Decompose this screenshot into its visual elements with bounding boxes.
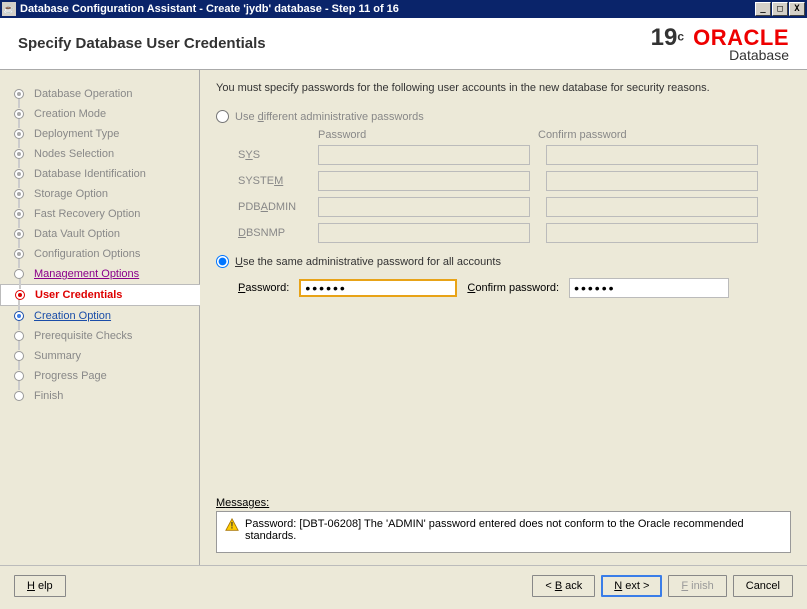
password-row: SYS [238, 145, 791, 165]
sidebar-step-1[interactable]: Creation Mode [0, 104, 199, 124]
per-user-password-grid: Password Confirm password SYS SYSTEM PDBAD… [216, 129, 791, 249]
step-label: Deployment Type [34, 128, 119, 140]
wizard-footer: Help < Back Next > Finish Cancel [0, 565, 807, 605]
warning-icon: ! [225, 518, 239, 532]
radio-same-password[interactable]: Use the same administrative password for… [216, 255, 791, 268]
step-label: Management Options [34, 268, 139, 280]
password-row: PDBADMIN [238, 197, 791, 217]
step-dot-icon [14, 89, 24, 99]
messages-label: Messages: [216, 497, 791, 509]
step-label: Prerequisite Checks [34, 330, 132, 342]
account-confirm-input [546, 145, 758, 165]
sidebar-step-2[interactable]: Deployment Type [0, 124, 199, 144]
step-dot-icon [14, 311, 24, 321]
close-button[interactable]: X [789, 2, 805, 16]
sidebar-step-7[interactable]: Data Vault Option [0, 224, 199, 244]
step-label: Creation Mode [34, 108, 106, 120]
step-dot-icon [14, 229, 24, 239]
col-confirm-header: Confirm password [538, 129, 764, 141]
step-dot-icon [14, 149, 24, 159]
sidebar-step-12: Prerequisite Checks [0, 326, 199, 346]
step-dot-icon [14, 129, 24, 139]
svg-text:!: ! [231, 521, 234, 531]
sidebar-step-0[interactable]: Database Operation [0, 84, 199, 104]
cancel-button[interactable]: Cancel [733, 575, 793, 597]
sidebar-step-15: Finish [0, 386, 199, 406]
step-label: Storage Option [34, 188, 108, 200]
title-bar: ☕ Database Configuration Assistant - Cre… [0, 0, 807, 18]
step-label: Database Identification [34, 168, 146, 180]
sidebar-step-14: Progress Page [0, 366, 199, 386]
step-label: Configuration Options [34, 248, 140, 260]
radio-different-input[interactable] [216, 110, 229, 123]
sidebar-step-13: Summary [0, 346, 199, 366]
step-label: Fast Recovery Option [34, 208, 140, 220]
password-row: SYSTEM [238, 171, 791, 191]
account-label: SYS [238, 149, 318, 161]
account-confirm-input [546, 223, 758, 243]
step-dot-icon [14, 189, 24, 199]
step-dot-icon [14, 169, 24, 179]
account-password-input [318, 145, 530, 165]
step-label: Database Operation [34, 88, 132, 100]
help-button[interactable]: Help [14, 575, 66, 597]
step-dot-icon [14, 331, 24, 341]
message-text: Password: [DBT-06208] The 'ADMIN' passwo… [245, 518, 782, 546]
next-button[interactable]: Next > [601, 575, 662, 597]
oracle-logo: 19c ORACLE Database [651, 26, 789, 62]
sidebar-step-9[interactable]: Management Options [0, 264, 199, 284]
maximize-button[interactable]: □ [772, 2, 788, 16]
sidebar-step-6[interactable]: Fast Recovery Option [0, 204, 199, 224]
page-title: Specify Database User Credentials [18, 35, 266, 52]
sidebar-step-5[interactable]: Storage Option [0, 184, 199, 204]
sidebar-step-11[interactable]: Creation Option [0, 306, 199, 326]
col-password-header: Password [318, 129, 538, 141]
step-label: Finish [34, 390, 63, 402]
step-label: Progress Page [34, 370, 107, 382]
step-dot-icon [14, 269, 24, 279]
account-label: SYSTEM [238, 175, 318, 187]
step-dot-icon [14, 249, 24, 259]
step-dot-icon [14, 209, 24, 219]
wizard-steps-sidebar: Database Operation Creation Mode Deploymen… [0, 70, 200, 565]
account-confirm-input [546, 171, 758, 191]
step-dot-icon [14, 109, 24, 119]
window-title: Database Configuration Assistant - Creat… [20, 3, 755, 15]
same-password-input[interactable] [299, 279, 457, 297]
step-dot-icon [15, 290, 25, 300]
radio-same-input[interactable] [216, 255, 229, 268]
account-password-input [318, 171, 530, 191]
back-button[interactable]: < Back [532, 575, 595, 597]
account-confirm-input [546, 197, 758, 217]
account-password-input [318, 223, 530, 243]
step-dot-icon [14, 391, 24, 401]
sidebar-step-8[interactable]: Configuration Options [0, 244, 199, 264]
intro-text: You must specify passwords for the follo… [216, 82, 791, 94]
sidebar-step-4[interactable]: Database Identification [0, 164, 199, 184]
messages-box: ! Password: [DBT-06208] The 'ADMIN' pass… [216, 511, 791, 553]
step-label: Creation Option [34, 310, 111, 322]
minimize-button[interactable]: _ [755, 2, 771, 16]
step-label: Summary [34, 350, 81, 362]
account-label: DBSNMP [238, 227, 318, 239]
same-confirm-label: Confirm password: [467, 282, 559, 294]
same-password-label: Password: [238, 282, 289, 294]
step-label: Nodes Selection [34, 148, 114, 160]
step-dot-icon [14, 371, 24, 381]
radio-different-passwords[interactable]: Use different administrative passwords [216, 110, 791, 123]
account-label: PDBADMIN [238, 201, 318, 213]
password-row: DBSNMP [238, 223, 791, 243]
step-label: Data Vault Option [34, 228, 120, 240]
sidebar-step-3[interactable]: Nodes Selection [0, 144, 199, 164]
account-password-input [318, 197, 530, 217]
step-label: User Credentials [35, 289, 122, 301]
same-confirm-input[interactable] [569, 278, 729, 298]
sidebar-step-10: User Credentials [0, 284, 200, 306]
main-content: You must specify passwords for the follo… [200, 70, 807, 565]
finish-button: Finish [668, 575, 726, 597]
step-dot-icon [14, 351, 24, 361]
app-icon: ☕ [2, 2, 16, 16]
page-header: Specify Database User Credentials 19c OR… [0, 18, 807, 70]
